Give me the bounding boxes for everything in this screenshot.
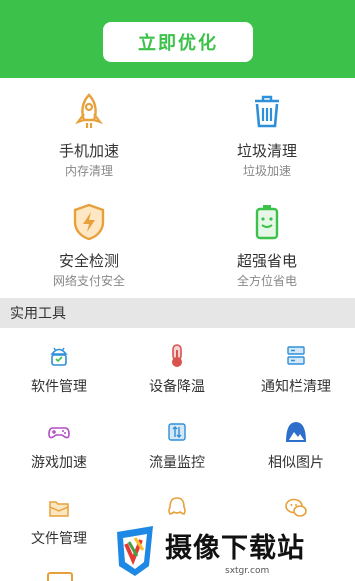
qq-icon — [168, 497, 186, 515]
tools-section-header: 实用工具 — [0, 298, 355, 328]
traffic-icon — [168, 423, 186, 441]
tool-file-manage[interactable]: 文件管理 — [0, 486, 118, 562]
feature-junk-clean[interactable]: 垃圾清理 垃圾加速 — [178, 78, 355, 188]
watermark-text: 摄像下载站 — [165, 533, 305, 564]
header-bar: 立即优化 — [0, 0, 355, 78]
watermark-logo-icon — [117, 526, 153, 576]
notification-icon — [287, 346, 305, 365]
image-icon — [286, 422, 306, 442]
feature-subtitle: 全方位省电 — [236, 274, 297, 288]
watermark-url: sxtgr.com — [225, 566, 270, 576]
shield-icon — [73, 203, 105, 241]
feature-phone-speedup[interactable]: 手机加速 内存清理 — [0, 78, 178, 188]
feature-security-check[interactable]: 安全检测 网络支付安全 — [0, 188, 178, 298]
next-row-hint — [47, 572, 73, 581]
battery-icon — [255, 205, 279, 240]
tool-label: 文件管理 — [31, 531, 87, 547]
feature-title: 超强省电 — [236, 252, 297, 270]
main-features-grid: 手机加速 内存清理 垃圾清理 垃圾加速 安全检测 网络支付安全 超强省电 全方位… — [0, 78, 355, 298]
tool-label: 软件管理 — [31, 379, 87, 395]
rocket-icon — [75, 93, 103, 128]
tool-label: 流量监控 — [149, 455, 205, 471]
feature-power-saving[interactable]: 超强省电 全方位省电 — [178, 188, 355, 298]
tool-game-boost[interactable]: 游戏加速 — [0, 410, 118, 486]
tool-software-manage[interactable]: 软件管理 — [0, 334, 118, 410]
tool-label: 设备降温 — [149, 379, 205, 395]
watermark: 摄像下载站 sxtgr.com — [107, 522, 355, 581]
gamepad-icon — [48, 427, 70, 439]
feature-title: 安全检测 — [58, 252, 119, 270]
tool-traffic-monitor[interactable]: 流量监控 — [118, 410, 236, 486]
feature-subtitle: 网络支付安全 — [52, 274, 125, 288]
optimize-now-button[interactable]: 立即优化 — [103, 22, 253, 62]
feature-subtitle: 垃圾加速 — [242, 164, 291, 178]
tool-notification-clean[interactable]: 通知栏清理 — [237, 334, 355, 410]
feature-title: 垃圾清理 — [236, 142, 297, 160]
feature-subtitle: 内存清理 — [64, 164, 113, 178]
feature-title: 手机加速 — [58, 142, 119, 160]
tool-label: 通知栏清理 — [261, 379, 331, 395]
folder-icon — [49, 501, 69, 517]
thermometer-icon — [172, 344, 182, 367]
android-icon — [50, 347, 68, 366]
trash-icon — [255, 95, 279, 128]
wechat-icon — [285, 498, 307, 517]
tool-label: 相似图片 — [268, 455, 324, 471]
tool-label: 游戏加速 — [31, 455, 87, 471]
tool-similar-images[interactable]: 相似图片 — [237, 410, 355, 486]
tool-device-cooling[interactable]: 设备降温 — [118, 334, 236, 410]
